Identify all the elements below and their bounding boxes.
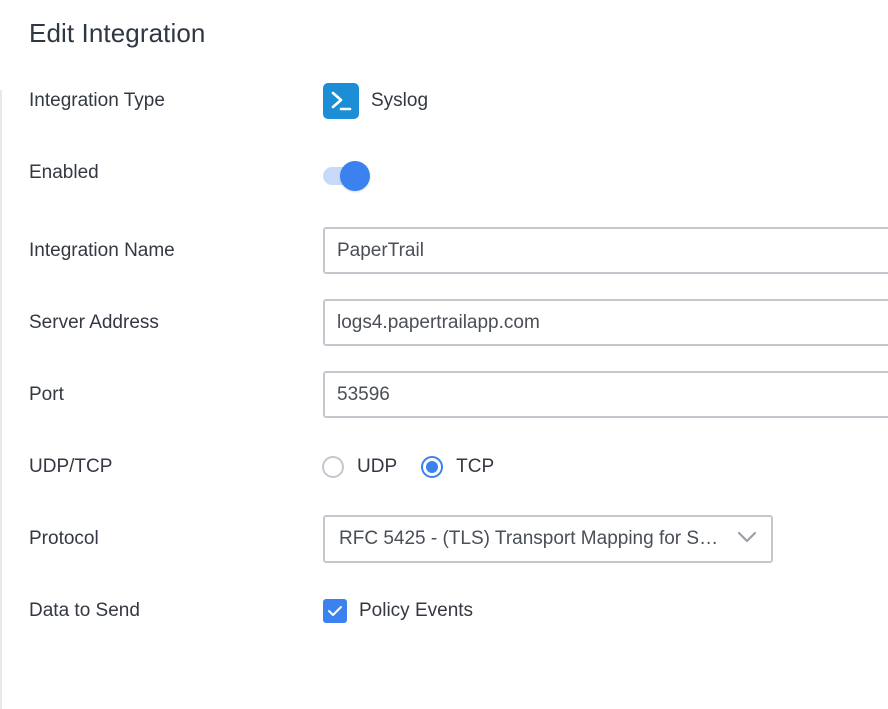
check-icon [328, 606, 342, 616]
policy-events-label: Policy Events [359, 600, 474, 621]
port-input[interactable] [323, 371, 888, 418]
policy-events-checkbox[interactable] [323, 599, 347, 623]
integration-type-label: Integration Type [29, 90, 165, 111]
terminal-prompt-icon [323, 83, 359, 119]
policy-events-option[interactable]: Policy Events [323, 599, 473, 623]
chevron-down-icon [737, 530, 757, 548]
udp-radio-option[interactable]: UDP [322, 456, 397, 478]
integration-type-name: Syslog [371, 90, 429, 111]
data-to-send-label: Data to Send [29, 600, 140, 621]
enabled-label: Enabled [29, 162, 99, 183]
transport-label: UDP/TCP [29, 456, 113, 477]
toggle-knob [340, 161, 370, 191]
port-label: Port [29, 384, 64, 405]
edit-integration-panel: Edit Integration Integration Type Syslog… [0, 0, 888, 709]
transport-radio-group: UDP TCP [322, 454, 494, 480]
udp-radio[interactable] [322, 456, 344, 478]
tcp-radio-option[interactable]: TCP [421, 456, 494, 478]
enabled-toggle[interactable] [323, 161, 373, 191]
udp-radio-label: UDP [357, 456, 398, 477]
protocol-label: Protocol [29, 528, 99, 549]
server-address-label: Server Address [29, 312, 159, 333]
tcp-radio[interactable] [421, 456, 444, 478]
tcp-radio-label: TCP [456, 456, 495, 477]
integration-name-label: Integration Name [29, 240, 175, 261]
integration-type-value: Syslog [323, 83, 428, 119]
page-title: Edit Integration [29, 18, 206, 48]
panel-divider [0, 90, 2, 709]
protocol-select[interactable]: RFC 5425 - (TLS) Transport Mapping for S… [323, 515, 773, 563]
server-address-input[interactable] [323, 299, 888, 346]
protocol-selected-value: RFC 5425 - (TLS) Transport Mapping for S… [339, 528, 737, 549]
integration-name-input[interactable] [323, 227, 888, 274]
